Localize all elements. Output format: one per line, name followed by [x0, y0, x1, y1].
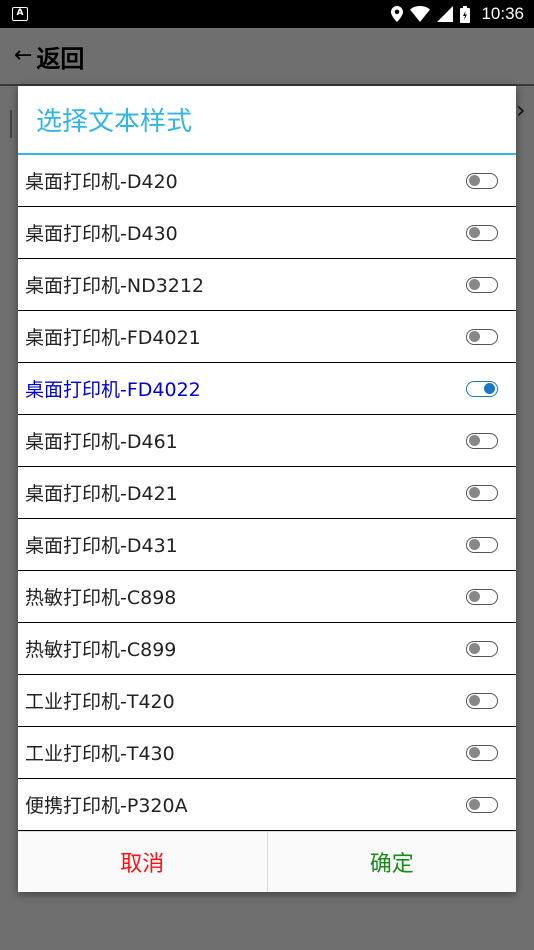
toggle-knob	[469, 175, 480, 187]
cancel-button[interactable]: 取消	[18, 832, 268, 892]
option-label: 工业打印机-T430	[25, 743, 175, 766]
option-item[interactable]: 便携打印机-P320A	[18, 779, 516, 832]
arrow-left-icon[interactable]: ←	[14, 45, 32, 67]
background-edge-mark	[10, 110, 12, 138]
confirm-button[interactable]: 确定	[268, 832, 517, 892]
option-item[interactable]: 工业打印机-T420	[18, 675, 516, 728]
option-item[interactable]: 桌面打印机-D420	[18, 155, 516, 208]
toggle-switch-off[interactable]	[466, 744, 498, 761]
option-label: 热敏打印机-C898	[25, 587, 177, 610]
chevron-right-icon: ›	[516, 96, 526, 124]
option-item[interactable]: 桌面打印机-D431	[18, 519, 516, 572]
toggle-knob	[469, 279, 480, 291]
option-item[interactable]: 桌面打印机-FD4021	[18, 311, 516, 364]
toggle-switch-off[interactable]	[466, 224, 498, 241]
option-label: 热敏打印机-C899	[25, 639, 177, 662]
toggle-switch-off[interactable]	[466, 640, 498, 657]
toggle-knob	[469, 799, 480, 811]
option-label: 桌面打印机-ND3212	[25, 275, 205, 298]
option-item[interactable]: 热敏打印机-C898	[18, 571, 516, 624]
app-notification-icon: A	[12, 7, 28, 21]
option-item[interactable]: 桌面打印机-ND3212	[18, 259, 516, 312]
option-label: 工业打印机-T420	[25, 691, 175, 714]
option-label: 桌面打印机-FD4021	[25, 327, 201, 350]
toggle-switch-off[interactable]	[466, 692, 498, 709]
dialog-title: 选择文本样式	[18, 86, 516, 156]
option-label: 桌面打印机-D421	[25, 483, 178, 506]
option-label: 桌面打印机-D430	[25, 223, 178, 246]
option-item[interactable]: 工业打印机-T430	[18, 727, 516, 780]
toggle-switch-on[interactable]	[466, 380, 498, 397]
toggle-knob	[469, 643, 480, 655]
toggle-switch-off[interactable]	[466, 588, 498, 605]
option-item[interactable]: 桌面打印机-D461	[18, 415, 516, 468]
status-time: 10:36	[481, 4, 524, 23]
toggle-knob	[469, 487, 480, 499]
option-label: 桌面打印机-FD4022	[25, 379, 201, 402]
toggle-knob	[469, 747, 480, 759]
toggle-knob	[469, 435, 480, 447]
app-bar: ← 返回	[0, 28, 534, 84]
option-label: 便携打印机-P320A	[25, 795, 188, 818]
option-item[interactable]: 热敏打印机-C899	[18, 623, 516, 676]
toggle-switch-off[interactable]	[466, 432, 498, 449]
option-list: 桌面打印机-D420 桌面打印机-D430 桌面打印机-ND3212 桌面打印机-FD…	[18, 155, 516, 832]
battery-icon	[460, 5, 471, 23]
toggle-switch-off[interactable]	[466, 172, 498, 189]
option-item[interactable]: 桌面打印机-D430	[18, 207, 516, 260]
toggle-knob	[469, 695, 480, 707]
toggle-knob	[469, 227, 480, 239]
toggle-switch-off[interactable]	[466, 276, 498, 293]
location-icon	[391, 6, 404, 22]
dialog-button-bar: 取消 确定	[18, 831, 516, 892]
select-text-style-dialog: 选择文本样式 桌面打印机-D420 桌面打印机-D430 桌面打印机-ND3212 桌…	[18, 86, 516, 892]
option-item[interactable]: 桌面打印机-D421	[18, 467, 516, 520]
option-item[interactable]: 桌面打印机-FD4022	[18, 363, 516, 416]
signal-icon	[437, 6, 454, 22]
status-bar: A 10:36	[0, 0, 534, 28]
toggle-knob	[469, 591, 480, 603]
toggle-knob	[484, 383, 495, 395]
back-button-label[interactable]: 返回	[36, 39, 84, 74]
toggle-knob	[469, 331, 480, 343]
toggle-switch-off[interactable]	[466, 328, 498, 345]
toggle-switch-off[interactable]	[466, 796, 498, 813]
toggle-switch-off[interactable]	[466, 484, 498, 501]
toggle-switch-off[interactable]	[466, 536, 498, 553]
option-label: 桌面打印机-D431	[25, 535, 178, 558]
option-label: 桌面打印机-D420	[25, 171, 178, 194]
option-label: 桌面打印机-D461	[25, 431, 178, 454]
toggle-knob	[469, 539, 480, 551]
wifi-icon	[410, 6, 431, 22]
